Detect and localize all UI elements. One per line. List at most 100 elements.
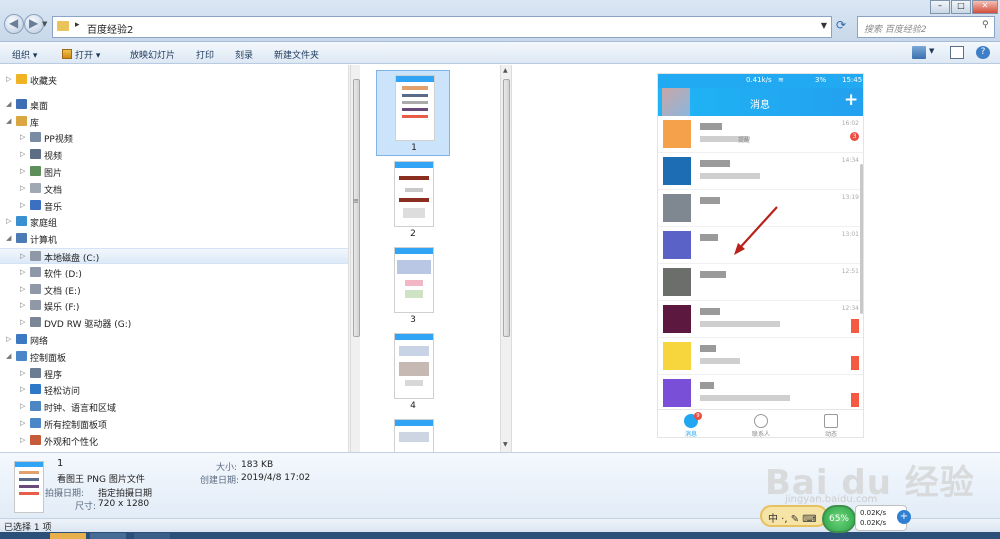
expand-arrow-icon[interactable]: ▷ (20, 318, 25, 326)
tree-item-label: 音乐 (44, 202, 63, 213)
expand-arrow-icon[interactable]: ◢ (6, 100, 11, 108)
view-dropdown-icon[interactable]: ▼ (929, 47, 934, 55)
folder-icon (57, 21, 69, 31)
thumbnail-item[interactable] (376, 415, 450, 452)
scroll-down-icon[interactable]: ▼ (503, 441, 508, 448)
expand-arrow-icon[interactable]: ▷ (6, 217, 11, 225)
expand-arrow-icon[interactable]: ▷ (20, 167, 25, 175)
expand-arrow-icon[interactable]: ▷ (6, 335, 11, 343)
expand-arrow-icon[interactable]: ▷ (20, 436, 25, 444)
open-button[interactable]: 打开 ▾ (62, 48, 100, 61)
homegroup-icon (16, 216, 27, 227)
drive-f-icon (30, 300, 41, 311)
tree-item-label: 计算机 (30, 236, 58, 247)
breadcrumb-separator-icon[interactable]: ▸ (75, 20, 80, 30)
date-taken-value[interactable]: 指定拍摄日期 (98, 486, 152, 499)
dimensions-value: 720 x 1280 (98, 499, 150, 509)
thumbnail-item[interactable]: 1 (376, 70, 450, 156)
refresh-icon[interactable]: ⟳ (836, 18, 846, 32)
tree-item-label: 库 (30, 118, 40, 129)
search-placeholder: 搜索 百度经验2 (864, 25, 927, 35)
expand-arrow-icon[interactable]: ▷ (6, 75, 11, 83)
address-dropdown-icon[interactable]: ▼ (821, 21, 827, 30)
breadcrumb-path[interactable]: 百度经验2 (87, 21, 133, 36)
widget-plus-button[interactable]: + (897, 510, 911, 524)
expand-arrow-icon[interactable]: ▷ (20, 150, 25, 158)
organize-button[interactable]: 组织 ▾ (12, 48, 37, 61)
taskbar-explorer-icon[interactable] (50, 533, 86, 539)
taskbar-app-icon[interactable] (90, 533, 126, 539)
expand-arrow-icon[interactable]: ▷ (20, 285, 25, 293)
size-value: 183 KB (241, 460, 274, 470)
tree-item-label: 视频 (44, 152, 63, 163)
change-view-icon[interactable] (912, 46, 926, 59)
tree-item-label: 文档 (E:) (44, 286, 81, 297)
expand-arrow-icon[interactable]: ▷ (20, 369, 25, 377)
tree-item-label: 桌面 (30, 101, 49, 112)
thumbnail-item[interactable]: 4 (376, 329, 450, 415)
splitter-grip-icon: ≡ (353, 197, 359, 205)
burn-button[interactable]: 刻录 (235, 48, 253, 61)
thumbnail-scrollbar[interactable]: ▲ ▼ (500, 65, 512, 452)
speed-percent-ball[interactable]: 65% (822, 505, 856, 533)
close-button[interactable]: ✕ (972, 0, 998, 14)
download-speed: 0.02K/s (860, 519, 887, 527)
thumbnail-image (394, 161, 434, 227)
tree-item-label: 家庭组 (30, 219, 58, 230)
expand-arrow-icon[interactable]: ▷ (20, 133, 25, 141)
tree-item-label: 文档 (44, 185, 63, 196)
tree-item-label: 网络 (30, 337, 49, 347)
ime-toolbar[interactable]: 中 ·, ✎ ⌨ (760, 505, 828, 527)
ime-toolbar-text: 中 ·, ✎ ⌨ (768, 514, 817, 525)
scroll-up-icon[interactable]: ▲ (503, 67, 508, 74)
slideshow-button[interactable]: 放映幻灯片 (130, 48, 175, 61)
minimize-button[interactable]: – (930, 0, 950, 14)
expand-arrow-icon[interactable]: ◢ (6, 352, 11, 360)
details-thumbnail (14, 461, 44, 513)
video-icon (30, 149, 41, 160)
nav-scroll-thumb[interactable] (353, 79, 360, 337)
thumbnail-label: 1 (411, 143, 417, 153)
taskbar-app-icon[interactable] (134, 533, 170, 539)
search-input[interactable]: 搜索 百度经验2 ⚲ (857, 16, 995, 38)
thumbnail-item[interactable]: 2 (376, 157, 450, 243)
maximize-button[interactable]: □ (951, 0, 971, 14)
new-folder-button[interactable]: 新建文件夹 (274, 48, 319, 61)
thumbnail-image (394, 247, 434, 313)
thumbnail-scroll-thumb[interactable] (503, 79, 510, 337)
expand-arrow-icon[interactable]: ◢ (6, 234, 11, 242)
expand-arrow-icon[interactable]: ▷ (20, 402, 25, 410)
programs-icon (30, 367, 41, 378)
computer-icon (16, 233, 27, 244)
tree-item[interactable]: ▷ 本地磁盘 (C:) (0, 248, 348, 264)
recent-pages-dropdown[interactable]: ▼ (42, 20, 47, 28)
expand-arrow-icon[interactable]: ▷ (20, 201, 25, 209)
forward-button[interactable]: ▶ (24, 14, 44, 34)
expand-arrow-icon[interactable]: ▷ (20, 301, 25, 309)
created-value: 2019/4/8 17:02 (241, 473, 311, 483)
details-file-type: 看图王 PNG 图片文件 (57, 475, 145, 485)
library-icon (16, 115, 27, 126)
nav-scrollbar[interactable]: ≡ (350, 65, 360, 452)
expand-arrow-icon[interactable]: ▷ (20, 268, 25, 276)
expand-arrow-icon[interactable]: ◢ (6, 117, 11, 125)
accessibility-icon (30, 384, 41, 395)
expand-arrow-icon[interactable]: ▷ (20, 252, 25, 260)
expand-arrow-icon[interactable]: ▷ (20, 184, 25, 192)
preview-pane-icon[interactable] (950, 46, 964, 59)
explorer-window: – □ ✕ ◀ ▶ ▼ ▸ 百度经验2 ▼ ⟳ 搜索 百度经验2 ⚲ 组织 ▾ … (0, 0, 1000, 539)
search-icon[interactable]: ⚲ (982, 20, 989, 30)
date-taken-label: 拍摄日期: (45, 489, 85, 499)
print-button[interactable]: 打印 (196, 48, 214, 61)
expand-arrow-icon[interactable]: ▷ (20, 385, 25, 393)
star-icon (16, 74, 27, 84)
open-button-label: 打开 ▾ (75, 51, 101, 61)
back-button[interactable]: ◀ (4, 14, 24, 34)
preview-pane: 0.41k/s ≋ 3% 15:45 消息 + 提醒 16:02 3 14:34 13:… (512, 65, 1000, 452)
back-arrow-icon: ◀ (9, 16, 19, 30)
address-bar[interactable]: ▸ 百度经验2 ▼ (52, 16, 832, 38)
expand-arrow-icon[interactable]: ▷ (20, 419, 25, 427)
help-icon[interactable]: ? (976, 46, 990, 59)
address-toolbar: – □ ✕ ◀ ▶ ▼ ▸ 百度经验2 ▼ ⟳ 搜索 百度经验2 ⚲ (0, 0, 1000, 42)
thumbnail-item[interactable]: 3 (376, 243, 450, 329)
